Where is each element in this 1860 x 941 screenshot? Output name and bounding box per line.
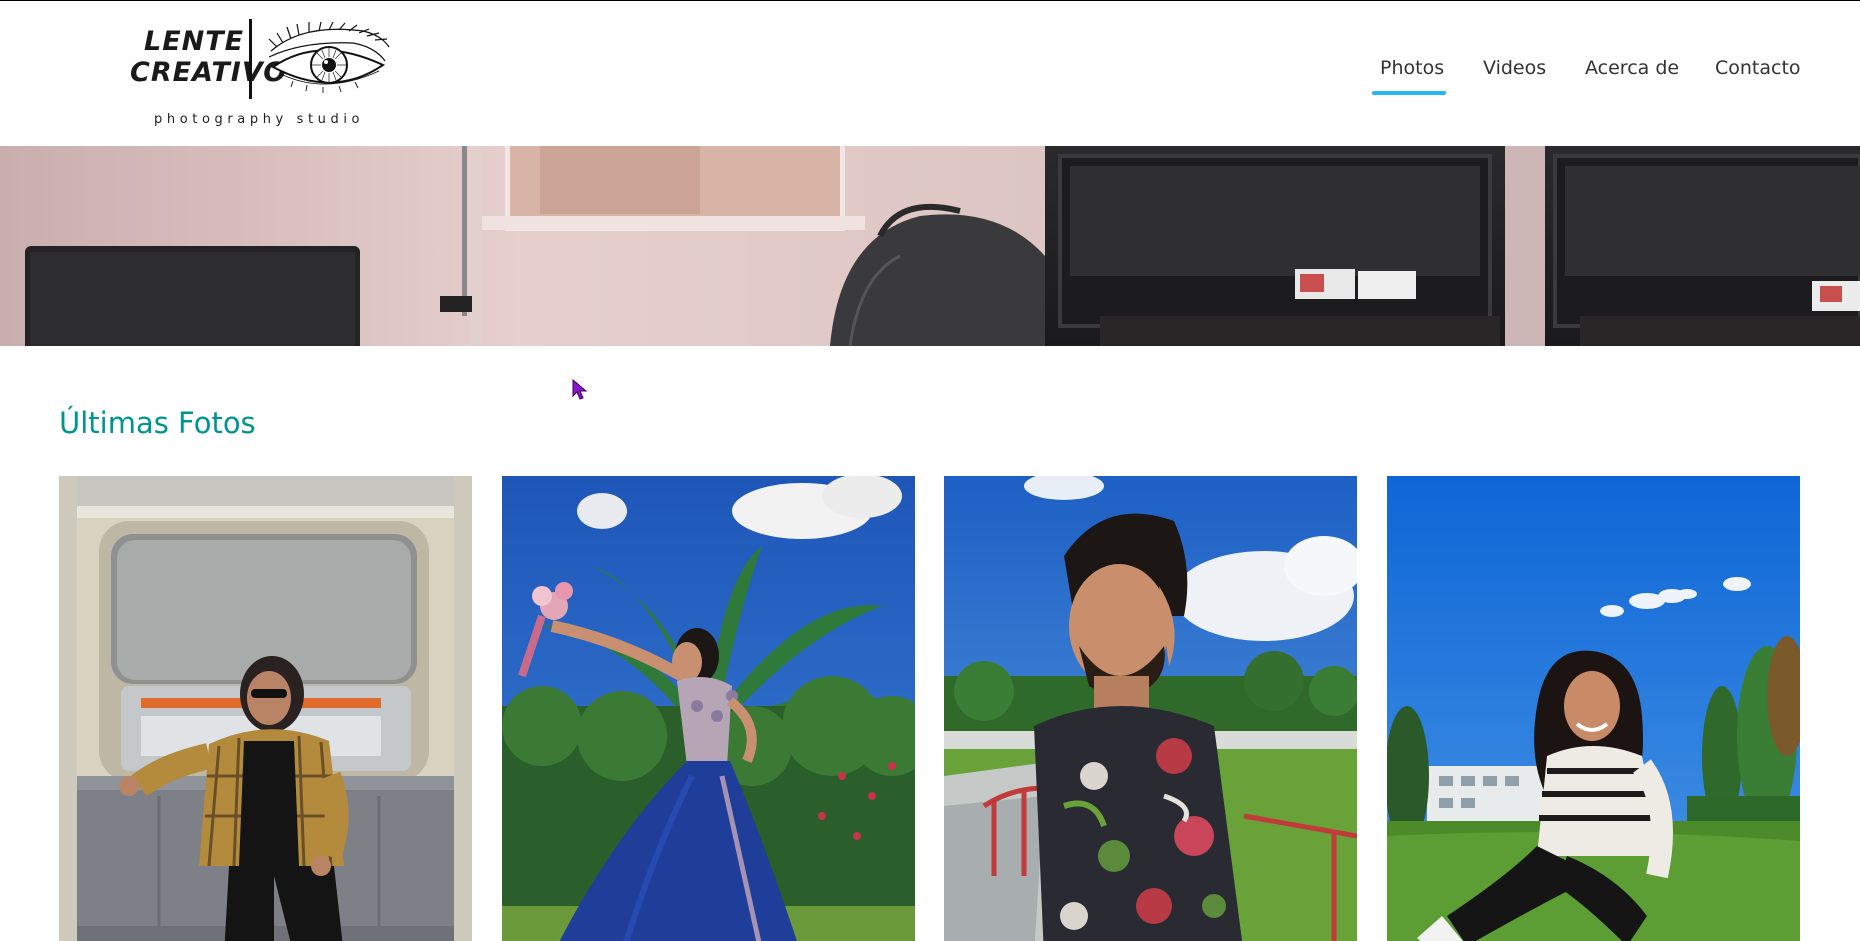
photo-man-floral-shirt <box>944 476 1357 941</box>
eye-logo-icon <box>268 21 390 93</box>
nav-item-acerca-de[interactable]: Acerca de <box>1585 57 1679 79</box>
gallery-photo-4[interactable] <box>1387 476 1800 941</box>
logo-text-line1: LENTE <box>144 26 245 57</box>
gallery-photo-2[interactable] <box>502 476 915 941</box>
nav-item-photos[interactable]: Photos <box>1380 57 1444 79</box>
site-logo[interactable]: LENTE CREATIVO photography studio <box>128 17 390 129</box>
photo-girl-blue-dress <box>502 476 915 941</box>
page: LENTE CREATIVO photography studio Photos… <box>0 0 1860 941</box>
logo-tagline: photography studio <box>154 112 365 127</box>
hero-banner-image <box>0 146 1860 346</box>
gallery-photo-1[interactable] <box>59 476 472 941</box>
hero-banner <box>0 146 1860 346</box>
logo-divider <box>249 19 252 99</box>
photo-woman-on-grass <box>1387 476 1800 941</box>
nav-active-underline <box>1372 91 1446 95</box>
gallery-photo-3[interactable] <box>944 476 1357 941</box>
nav-item-videos[interactable]: Videos <box>1483 57 1546 79</box>
nav-item-contacto[interactable]: Contacto <box>1715 57 1801 79</box>
photo-man-subway <box>59 476 472 941</box>
site-header: LENTE CREATIVO photography studio Photos… <box>0 1 1860 145</box>
section-title: Últimas Fotos <box>59 406 256 440</box>
mouse-cursor-icon <box>572 379 588 400</box>
